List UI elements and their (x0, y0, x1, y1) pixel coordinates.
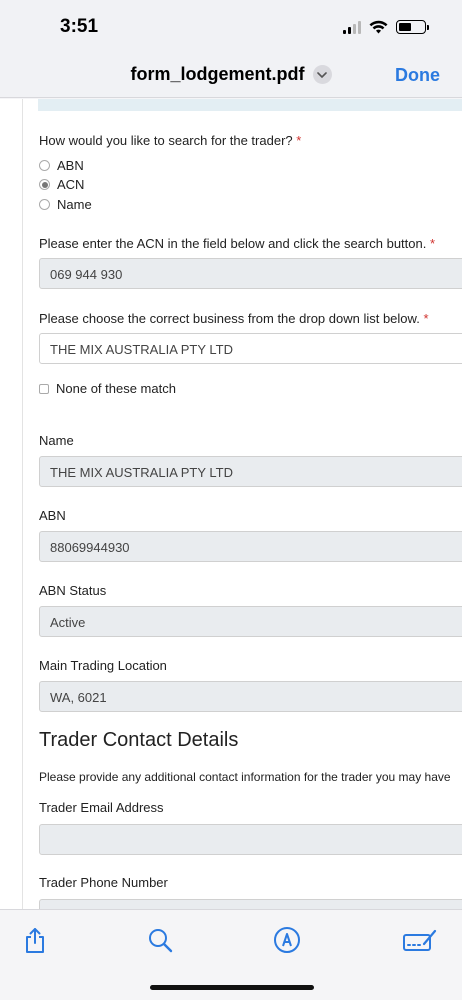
nav-bar: form_lodgement.pdf Done (0, 54, 462, 98)
business-dropdown[interactable]: THE MIX AUSTRALIA PTY LTD (39, 333, 462, 364)
done-button[interactable]: Done (395, 65, 440, 86)
radio-button-selected[interactable] (39, 179, 50, 190)
email-label: Trader Email Address (39, 800, 164, 815)
radio-button[interactable] (39, 160, 50, 171)
fill-sign-icon[interactable] (402, 926, 438, 954)
acn-prompt: Please enter the ACN in the field below … (39, 236, 436, 251)
email-field[interactable] (39, 824, 462, 855)
business-prompt: Please choose the correct business from … (39, 311, 429, 326)
wifi-icon (369, 20, 388, 34)
pdf-document[interactable]: How would you like to search for the tra… (0, 99, 462, 909)
radio-name[interactable]: Name (39, 197, 92, 212)
share-icon[interactable] (21, 926, 49, 954)
document-title: form_lodgement.pdf (130, 64, 305, 84)
radio-abn[interactable]: ABN (39, 158, 84, 173)
location-field[interactable]: WA, 6021 (39, 681, 462, 712)
chevron-down-icon[interactable] (312, 65, 332, 84)
no-match-checkbox-row[interactable]: None of these match (39, 381, 176, 396)
abn-label: ABN (39, 508, 66, 523)
abn-status-field[interactable]: Active (39, 606, 462, 637)
no-match-label: None of these match (56, 381, 176, 396)
radio-label: Name (57, 197, 92, 212)
checkbox[interactable] (39, 383, 49, 394)
abn-field[interactable]: 88069944930 (39, 531, 462, 562)
page-margin-line (22, 99, 23, 909)
status-bar: 3:51 (0, 0, 462, 54)
radio-button[interactable] (39, 199, 50, 210)
cellular-signal-icon (343, 20, 361, 34)
section-heading: Trader Contact Details (39, 729, 239, 751)
name-field[interactable]: THE MIX AUSTRALIA PTY LTD (39, 456, 462, 487)
contact-note: Please provide any additional contact in… (39, 770, 451, 784)
acn-input[interactable]: 069 944 930 (39, 258, 462, 289)
search-icon[interactable] (146, 926, 174, 954)
search-question: How would you like to search for the tra… (39, 133, 302, 148)
name-label: Name (39, 433, 74, 448)
phone-label: Trader Phone Number (39, 875, 168, 890)
abn-status-label: ABN Status (39, 583, 107, 598)
status-icons (343, 20, 429, 34)
home-indicator[interactable] (150, 985, 314, 990)
battery-icon (396, 20, 429, 34)
markup-icon[interactable] (273, 926, 301, 954)
radio-label: ACN (57, 177, 85, 192)
status-time: 3:51 (60, 16, 99, 37)
location-label: Main Trading Location (39, 658, 167, 673)
form-banner (38, 99, 462, 111)
radio-acn[interactable]: ACN (39, 177, 84, 192)
phone-field[interactable] (39, 899, 462, 909)
document-title-menu[interactable]: form_lodgement.pdf (131, 64, 332, 85)
radio-label: ABN (57, 158, 84, 173)
